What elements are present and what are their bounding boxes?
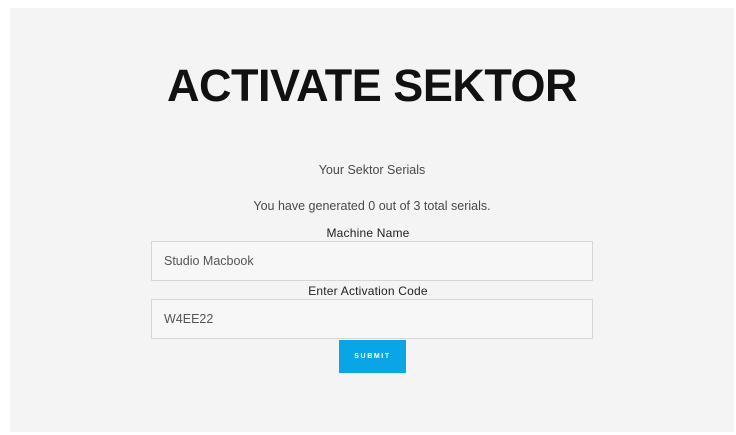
activation-code-label: Enter Activation Code (308, 284, 428, 298)
serial-count-text: You have generated 0 out of 3 total seri… (253, 199, 491, 213)
activation-code-input[interactable] (151, 299, 593, 339)
machine-name-label: Machine Name (326, 226, 410, 240)
serials-heading: Your Sektor Serials (318, 163, 426, 177)
page-title: ACTIVATE SEKTOR (166, 60, 578, 111)
machine-name-input[interactable] (151, 241, 593, 281)
submit-button[interactable]: SUBMIT (339, 340, 406, 373)
